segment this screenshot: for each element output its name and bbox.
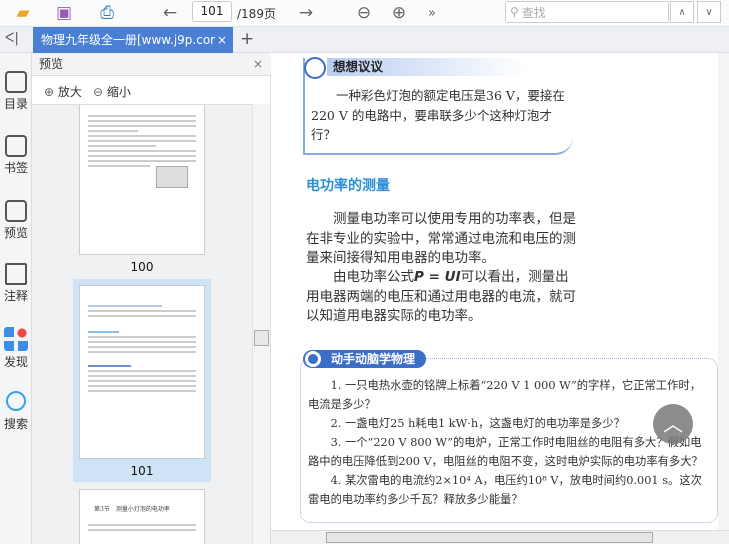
paragraph: 测量电功率可以使用专用的功率表，但是在非专业的实验中，常常通过电流和电压的测量来… (306, 211, 576, 266)
tab-label: 物理九年级全一册[www.j9p.cor (41, 33, 216, 47)
more-tools[interactable]: » (424, 2, 440, 24)
page-thumbnail-101[interactable] (79, 285, 205, 459)
pages-icon (5, 200, 27, 222)
question: 3. 一个“220 V 800 W”的电炉，正常工作时电阻丝的电阻有多大？假如电… (308, 436, 703, 468)
page-label-100: 100 (130, 260, 154, 274)
search-prev-button[interactable]: ∧ (670, 1, 694, 23)
tab-document[interactable]: 物理九年级全一册[www.j9p.cor × (33, 27, 233, 53)
zoom-out-icon: ⊖ (93, 85, 104, 99)
zoom-in-icon: ⊕ (44, 85, 55, 99)
collapse-sidebar-button[interactable]: ᐸ| (5, 31, 19, 46)
think-title: 想想议议 (327, 58, 527, 76)
bookmark-icon (5, 135, 27, 157)
list-icon (5, 71, 27, 93)
scroll-to-top-button[interactable]: ︿ (653, 404, 693, 444)
sidebar-item-discover[interactable]: 发现 (0, 327, 32, 370)
zoom-out-button[interactable]: ⊖ 缩小 (93, 83, 131, 100)
page-total: /189页 (237, 6, 276, 21)
apps-icon (4, 327, 28, 351)
next-page-icon[interactable]: → (294, 2, 318, 24)
search-next-button[interactable]: ∨ (697, 1, 721, 23)
document-vertical-scrollbar[interactable] (718, 53, 729, 530)
sidebar-item-annotations[interactable]: 注释 (0, 263, 32, 304)
document-view: 想想议议 一种彩色灯泡的额定电压是36 V，要接在220 V 的电路中，要串联多… (271, 53, 718, 530)
page-thumbnail-100[interactable] (79, 105, 205, 255)
toolbar: ▰ ▣ ⎙ ← 101 /189页 → ⊖ ⊕ » ⚲ 查找 ∧ ∨ (0, 0, 729, 27)
prev-page-icon[interactable]: ← (158, 2, 182, 24)
zoom-in-button[interactable]: ⊕ 放大 (44, 83, 82, 100)
open-folder-icon[interactable]: ▰ (10, 2, 36, 24)
sidebar-item-toc[interactable]: 目录 (0, 71, 32, 112)
question: 1. 一只电热水壶的铭牌上标着“220 V 1 000 W”的字样，它正常工作时… (308, 379, 701, 411)
sidebar-rail: 目录 书签 预览 注释 发现 搜索 (0, 53, 32, 544)
save-icon[interactable]: ▣ (52, 2, 76, 24)
tab-close-icon[interactable]: × (217, 27, 227, 53)
face-icon (304, 57, 326, 79)
preview-header: 预览 × (32, 53, 271, 76)
sidebar-item-search[interactable]: 搜索 (0, 391, 32, 432)
target-icon (305, 351, 321, 367)
sidebar-item-bookmarks[interactable]: 书签 (0, 135, 32, 176)
search-input[interactable]: 查找 (522, 4, 546, 21)
question: 2. 一盏电灯25 h耗电1 kW·h，这盏电灯的电功率是多少？ (330, 417, 625, 430)
zoom-out-icon[interactable]: ⊖ (352, 2, 376, 24)
think-text: 一种彩色灯泡的额定电压是36 V，要接在220 V 的电路中，要串联多少个这种灯… (311, 88, 565, 142)
paragraph: 由电功率公式P = UI可以看出，测量出用电器两端的电压和通过用电器的电流，就可… (306, 269, 576, 324)
sidebar-item-preview[interactable]: 预览 (0, 200, 32, 241)
thumbnail-scrollbar[interactable] (252, 104, 270, 544)
new-tab-button[interactable]: + (240, 29, 254, 49)
section-heading: 电功率的测量 (306, 178, 390, 194)
note-icon (5, 263, 27, 285)
zoom-in-icon[interactable]: ⊕ (387, 2, 411, 24)
scrollbar-thumb[interactable] (326, 532, 653, 543)
page-thumbnail-102[interactable]: 第3节 测量小灯泡的电功率 (79, 489, 205, 544)
preview-close-icon[interactable]: × (253, 53, 263, 76)
thumbnail-list: 100 101 第3节 测量小灯泡的电功率 (32, 104, 252, 544)
print-icon[interactable]: ⎙ (94, 2, 120, 24)
question: 4. 某次雷电的电流约2×10⁴ A，电压约10⁸ V，放电时间约0.001 s… (308, 474, 702, 506)
magnifier-icon (6, 391, 26, 411)
scrollbar-thumb[interactable] (254, 330, 269, 346)
search-icon: ⚲ (510, 5, 519, 19)
page-label-101: 101 (130, 464, 154, 478)
document-horizontal-scrollbar[interactable] (271, 530, 729, 544)
question-list: 1. 一只电热水壶的铭牌上标着“220 V 1 000 W”的字样，它正常工作时… (308, 376, 710, 509)
preview-title: 预览 (39, 57, 64, 71)
search-box[interactable]: ⚲ 查找 (505, 1, 669, 23)
page-number-input[interactable]: 101 (192, 1, 232, 22)
activity-title: 动手动脑学物理 (303, 350, 426, 368)
